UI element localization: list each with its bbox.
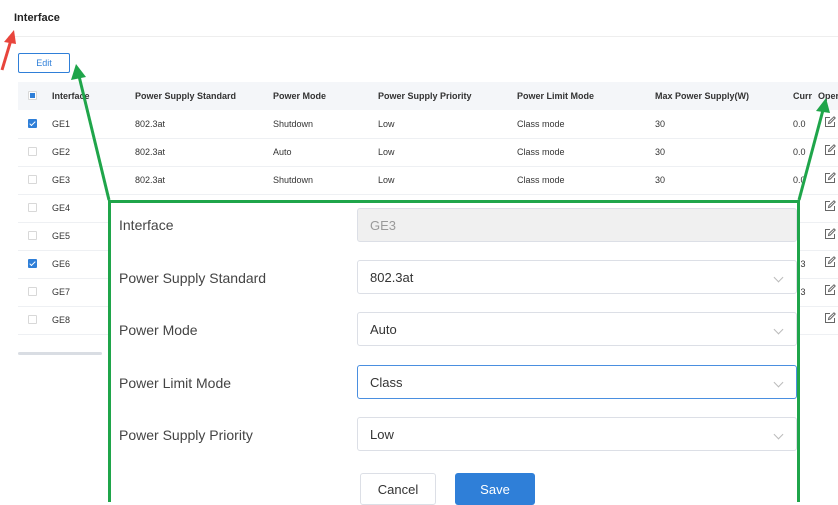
interface-value: GE3 bbox=[370, 218, 397, 233]
power-supply-priority-select[interactable]: Low bbox=[357, 417, 797, 451]
col-operation: Oper bbox=[818, 91, 838, 101]
chevron-down-icon bbox=[773, 377, 784, 388]
red-arrow-shaft bbox=[0, 39, 13, 71]
edit-icon[interactable] bbox=[824, 256, 836, 268]
row-checkbox[interactable] bbox=[28, 203, 37, 212]
cell-max: 30 bbox=[655, 147, 666, 157]
row-checkbox[interactable] bbox=[28, 119, 37, 128]
cell-mode: Auto bbox=[273, 147, 292, 157]
col-current: Curr bbox=[793, 91, 813, 101]
chevron-down-icon bbox=[773, 272, 784, 283]
edit-icon[interactable] bbox=[824, 284, 836, 296]
cell-limit: Class mode bbox=[517, 119, 565, 129]
edit-interface-dialog: Interface GE3 Power Supply Standard 802.… bbox=[108, 200, 800, 505]
row-checkbox[interactable] bbox=[28, 231, 37, 240]
col-power-supply-standard: Power Supply Standard bbox=[135, 91, 237, 101]
select-all-checkbox[interactable] bbox=[28, 91, 37, 100]
row-checkbox[interactable] bbox=[28, 315, 37, 324]
col-power-supply-priority: Power Supply Priority bbox=[378, 91, 472, 101]
edit-icon[interactable] bbox=[824, 200, 836, 212]
horizontal-scrollbar[interactable] bbox=[18, 352, 102, 355]
table-row[interactable]: GE2 802.3at Auto Low Class mode 30 0.0 bbox=[18, 138, 838, 167]
cell-interface: GE3 bbox=[52, 175, 71, 185]
label-power-supply-standard: Power Supply Standard bbox=[119, 270, 267, 286]
cell-max: 30 bbox=[655, 119, 666, 129]
cell-interface: GE2 bbox=[52, 147, 71, 157]
edit-icon[interactable] bbox=[824, 312, 836, 324]
cell-curr: 0.0 bbox=[793, 119, 806, 129]
power-mode-select[interactable]: Auto bbox=[357, 312, 797, 346]
red-arrow-head-icon bbox=[4, 30, 16, 44]
power-mode-value: Auto bbox=[370, 322, 397, 337]
green-arrow-left-head-icon bbox=[71, 64, 86, 80]
row-checkbox[interactable] bbox=[28, 175, 37, 184]
cell-standard: 802.3at bbox=[135, 119, 166, 129]
row-checkbox[interactable] bbox=[28, 147, 37, 156]
power-supply-priority-value: Low bbox=[370, 427, 394, 442]
interface-screen: Interface Edit Interface Power Supply St… bbox=[0, 0, 838, 505]
row-checkbox[interactable] bbox=[28, 287, 37, 296]
cell-interface: GE8 bbox=[52, 315, 71, 325]
cell-curr: 0.0 bbox=[793, 175, 806, 185]
cell-interface: GE1 bbox=[52, 119, 71, 129]
cell-priority: Low bbox=[378, 147, 395, 157]
power-limit-mode-value: Class bbox=[370, 375, 403, 390]
label-power-limit-mode: Power Limit Mode bbox=[119, 375, 232, 391]
power-limit-mode-select[interactable]: Class bbox=[357, 365, 797, 399]
label-interface: Interface bbox=[119, 217, 174, 233]
label-power-mode: Power Mode bbox=[119, 322, 198, 338]
table-row[interactable]: GE3 802.3at Shutdown Low Class mode 30 0.0 bbox=[18, 166, 838, 195]
edit-icon[interactable] bbox=[824, 116, 836, 128]
cell-priority: Low bbox=[378, 175, 395, 185]
chevron-down-icon bbox=[773, 429, 784, 440]
col-max-power-supply: Max Power Supply(W) bbox=[655, 91, 750, 101]
cell-mode: Shutdown bbox=[273, 119, 314, 129]
col-power-limit-mode: Power Limit Mode bbox=[517, 91, 595, 101]
interface-field: GE3 bbox=[357, 208, 797, 242]
cell-interface: GE5 bbox=[52, 231, 71, 241]
chevron-down-icon bbox=[773, 324, 784, 335]
cell-mode: Shutdown bbox=[273, 175, 314, 185]
power-supply-standard-value: 802.3at bbox=[370, 270, 414, 285]
cell-limit: Class mode bbox=[517, 147, 565, 157]
edit-button[interactable]: Edit bbox=[18, 53, 70, 73]
cell-limit: Class mode bbox=[517, 175, 565, 185]
row-checkbox[interactable] bbox=[28, 259, 37, 268]
col-interface: Interface bbox=[52, 91, 90, 101]
cell-max: 30 bbox=[655, 175, 666, 185]
cell-interface: GE4 bbox=[52, 203, 71, 213]
divider bbox=[8, 36, 838, 37]
cell-standard: 802.3at bbox=[135, 175, 166, 185]
save-button[interactable]: Save bbox=[455, 473, 535, 505]
edit-icon[interactable] bbox=[824, 144, 836, 156]
cell-priority: Low bbox=[378, 119, 395, 129]
cell-standard: 802.3at bbox=[135, 147, 166, 157]
edit-icon[interactable] bbox=[824, 172, 836, 184]
page-title: Interface bbox=[14, 12, 60, 24]
cancel-button[interactable]: Cancel bbox=[360, 473, 436, 505]
cell-interface: GE6 bbox=[52, 259, 71, 269]
label-power-supply-priority: Power Supply Priority bbox=[119, 427, 253, 443]
power-supply-standard-select[interactable]: 802.3at bbox=[357, 260, 797, 294]
edit-icon[interactable] bbox=[824, 228, 836, 240]
cell-curr: 0.0 bbox=[793, 147, 806, 157]
table-row[interactable]: GE1 802.3at Shutdown Low Class mode 30 0.0 bbox=[18, 110, 838, 139]
cell-interface: GE7 bbox=[52, 287, 71, 297]
col-power-mode: Power Mode bbox=[273, 91, 327, 101]
table-header: Interface Power Supply Standard Power Mo… bbox=[18, 82, 838, 110]
